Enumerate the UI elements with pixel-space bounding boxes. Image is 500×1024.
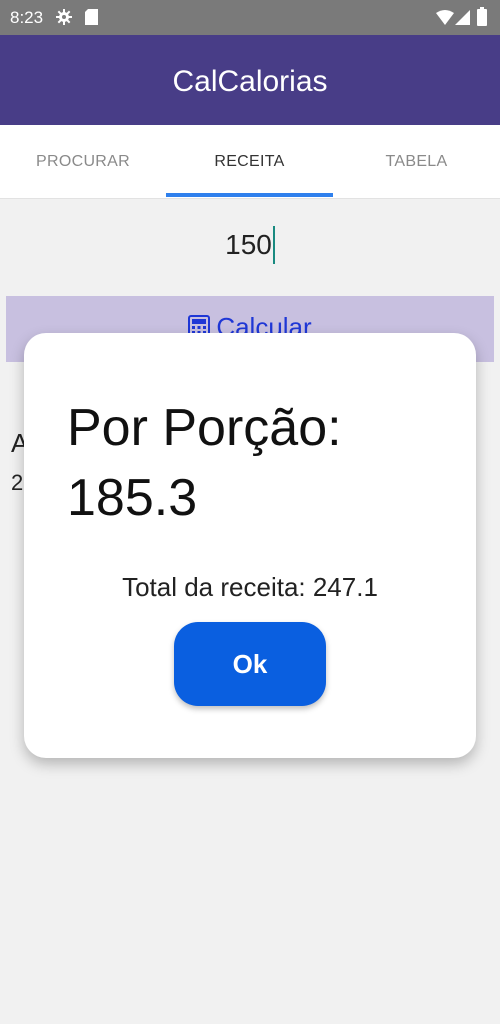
dialog-title: Por Porção: 185.3 [67,393,447,533]
per-portion-value: 185.3 [67,469,198,527]
result-dialog: Por Porção: 185.3 Total da receita: 247.… [24,333,476,758]
ok-button[interactable]: Ok [174,622,326,706]
per-portion-label: Por Porção: [67,399,342,457]
recipe-total-text: Total da receita: 247.1 [122,572,378,602]
